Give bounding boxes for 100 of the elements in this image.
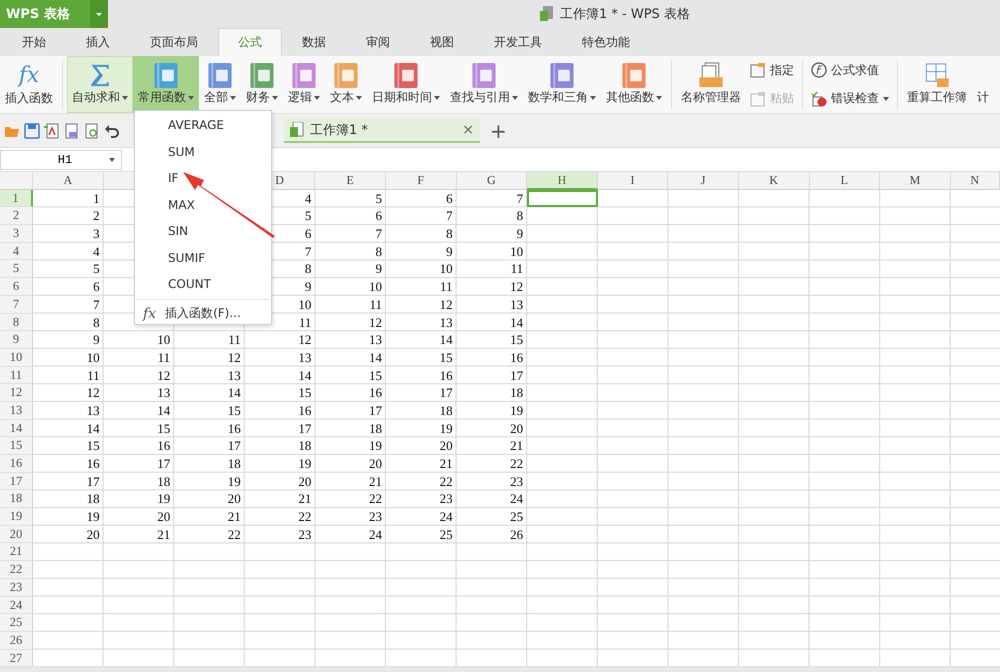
function-category-button[interactable]: 查找与引用 xyxy=(445,56,523,113)
table-cell-text: 20 xyxy=(86,526,101,544)
print-preview-icon[interactable] xyxy=(64,122,80,139)
row-header[interactable]: 14 xyxy=(0,420,33,438)
function-category-button[interactable]: 自动求和 xyxy=(67,56,133,113)
ribbon-tab[interactable]: 开始 xyxy=(2,28,66,56)
column-header[interactable]: N xyxy=(950,172,1000,190)
row-header[interactable]: 27 xyxy=(0,650,33,668)
row-header[interactable]: 9 xyxy=(0,331,33,349)
menu-item[interactable]: SIN xyxy=(135,218,271,244)
row-header[interactable]: 23 xyxy=(0,578,33,596)
row-header[interactable]: 19 xyxy=(0,508,33,526)
ribbon-tab[interactable]: 审阅 xyxy=(346,28,410,56)
row-header[interactable]: 5 xyxy=(0,260,33,278)
function-category-button[interactable]: 财务 xyxy=(241,56,283,113)
audit-button[interactable]: 错误检查 xyxy=(811,90,889,108)
table-cell-text: 19 xyxy=(438,420,454,438)
row-header[interactable]: 8 xyxy=(0,314,33,332)
row-header[interactable]: 24 xyxy=(0,596,33,614)
selected-cell[interactable] xyxy=(527,190,598,208)
column-header[interactable]: G xyxy=(456,172,528,190)
name-box[interactable]: H1 xyxy=(0,150,122,170)
menu-item[interactable]: COUNT xyxy=(135,271,271,298)
table-cell-text: 8 xyxy=(516,207,524,226)
new-tab-button[interactable]: + xyxy=(484,118,513,143)
column-header[interactable]: F xyxy=(386,172,457,190)
function-category-button[interactable]: 逻辑 xyxy=(283,56,325,113)
row-header[interactable]: 21 xyxy=(0,543,33,562)
insert-function-button[interactable]: fx 插入函数 xyxy=(0,56,58,113)
menu-item[interactable]: AVERAGE xyxy=(135,112,271,138)
close-tab-button[interactable]: × xyxy=(462,122,474,138)
row-header[interactable]: 11 xyxy=(0,366,33,384)
table-cell-text: 15 xyxy=(86,437,101,455)
ribbon-tab[interactable]: 开发工具 xyxy=(474,28,562,56)
table-cell-text: 25 xyxy=(509,508,524,526)
table-cell-text: 14 xyxy=(297,366,312,384)
small-ribbon-button[interactable]: 指定 xyxy=(750,62,794,79)
row-header[interactable]: 17 xyxy=(0,472,33,490)
table-cell-text: 21 xyxy=(438,455,454,473)
ribbon-tab[interactable]: 公式 xyxy=(218,28,282,56)
function-category-button[interactable]: 全部 xyxy=(199,56,241,113)
row-header[interactable]: 22 xyxy=(0,561,33,579)
row-header[interactable]: 13 xyxy=(0,402,33,420)
ribbon-tab[interactable]: 页面布局 xyxy=(130,28,218,56)
column-header[interactable]: A xyxy=(33,172,104,190)
function-category-button[interactable]: 日期和时间 xyxy=(367,56,445,113)
preview-icon[interactable] xyxy=(84,122,100,139)
column-header[interactable]: L xyxy=(810,172,880,190)
table-cell-text: 9 xyxy=(92,331,101,349)
column-header[interactable]: E xyxy=(315,172,386,190)
row-header[interactable]: 18 xyxy=(0,490,33,508)
ribbon-tab[interactable]: 特色功能 xyxy=(562,28,650,56)
column-header[interactable]: I xyxy=(598,172,668,190)
row-header[interactable]: 4 xyxy=(0,242,33,260)
column-header[interactable]: H xyxy=(527,172,598,190)
row-header[interactable]: 12 xyxy=(0,384,33,402)
menu-item[interactable]: fx 插入函数(F)... xyxy=(135,300,271,326)
row-header[interactable]: 15 xyxy=(0,437,33,455)
function-category-button[interactable]: 其他函数 xyxy=(601,56,667,113)
pdf-export-icon[interactable] xyxy=(44,122,60,139)
undo-icon[interactable] xyxy=(104,122,120,139)
row-header[interactable]: 1 xyxy=(0,190,33,208)
document-tab[interactable]: 工作簿1 * × xyxy=(284,118,480,144)
table-cell-text: 23 xyxy=(509,472,524,490)
row-header[interactable]: 10 xyxy=(0,348,33,367)
table-cell-text: 7 xyxy=(92,296,101,314)
menu-item[interactable]: SUM xyxy=(135,138,271,165)
row-header[interactable]: 3 xyxy=(0,225,33,243)
clipboard-icon xyxy=(750,90,766,107)
caret-icon[interactable] xyxy=(90,0,108,28)
ribbon-tab[interactable]: 插入 xyxy=(66,28,130,56)
function-category-button[interactable]: 数学和三角 xyxy=(523,56,601,113)
ribbon-tab[interactable]: 数据 xyxy=(282,28,346,56)
recalculate-button[interactable]: 重算工作簿 xyxy=(902,56,972,113)
row-header[interactable]: 2 xyxy=(0,207,33,226)
table-cell-text: 5 xyxy=(304,207,312,226)
name-manager-button[interactable]: 名称管理器 xyxy=(676,56,746,113)
table-cell-text: 8 xyxy=(445,225,454,243)
ribbon-tab[interactable]: 视图 xyxy=(410,28,474,56)
row-header[interactable]: 26 xyxy=(0,632,33,650)
save-icon[interactable] xyxy=(24,122,40,139)
function-category-button[interactable]: 常用函数 xyxy=(133,56,199,113)
column-header[interactable]: M xyxy=(880,172,951,190)
table-cell-text: 15 xyxy=(226,402,242,420)
function-category-button[interactable]: 文本 xyxy=(325,56,367,113)
table-icon xyxy=(750,62,766,78)
row-header[interactable]: 7 xyxy=(0,296,33,314)
row-header[interactable]: 25 xyxy=(0,614,33,632)
column-header[interactable]: J xyxy=(668,172,739,190)
menu-item[interactable]: MAX xyxy=(135,192,271,218)
column-header[interactable]: K xyxy=(738,172,810,190)
audit-button[interactable]: 公式求值 xyxy=(811,62,889,79)
table-cell-text: 21 xyxy=(509,437,524,455)
menu-item[interactable]: SUMIF xyxy=(135,244,271,271)
calculate-button[interactable]: 计 xyxy=(972,56,994,113)
row-header[interactable]: 20 xyxy=(0,526,33,544)
row-header[interactable]: 16 xyxy=(0,455,33,473)
table-cell-text: 11 xyxy=(368,296,383,314)
table-cell-text: 7 xyxy=(516,190,524,208)
row-header[interactable]: 6 xyxy=(0,278,33,296)
